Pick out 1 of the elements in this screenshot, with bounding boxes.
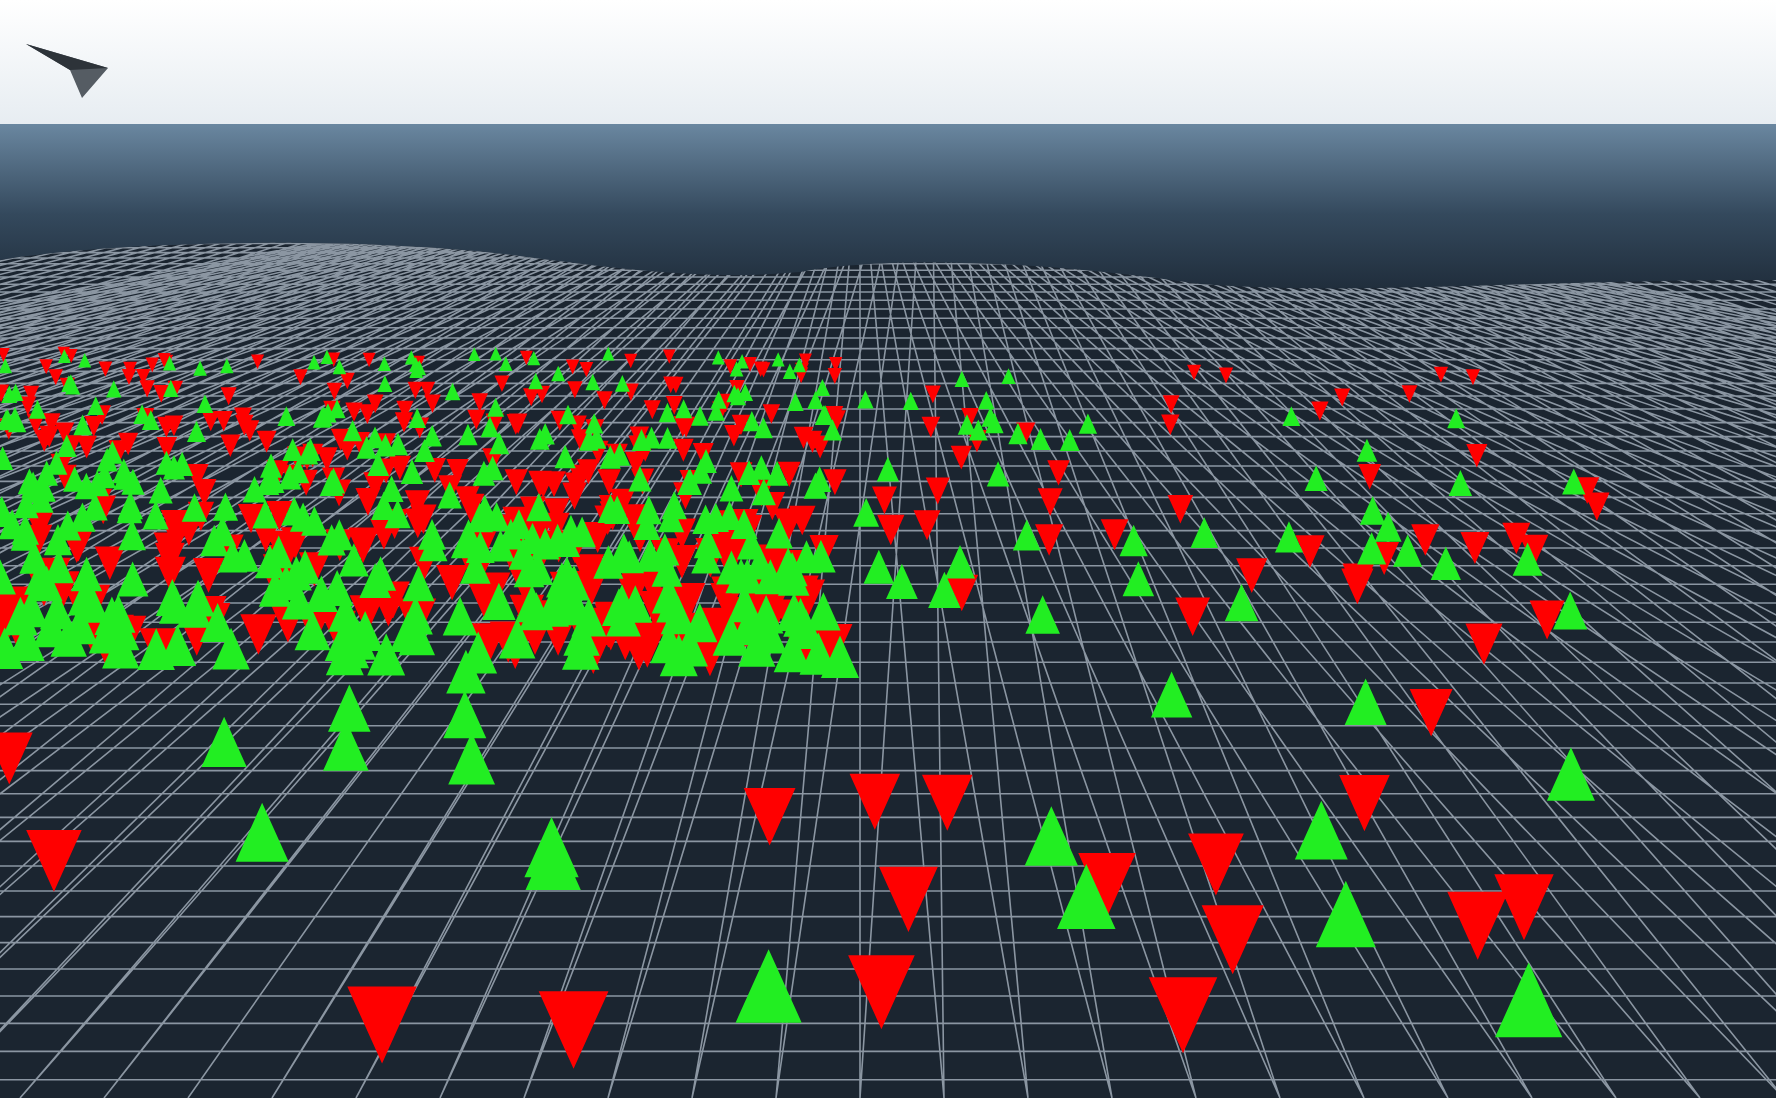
paper-plane-icon [26,44,110,100]
